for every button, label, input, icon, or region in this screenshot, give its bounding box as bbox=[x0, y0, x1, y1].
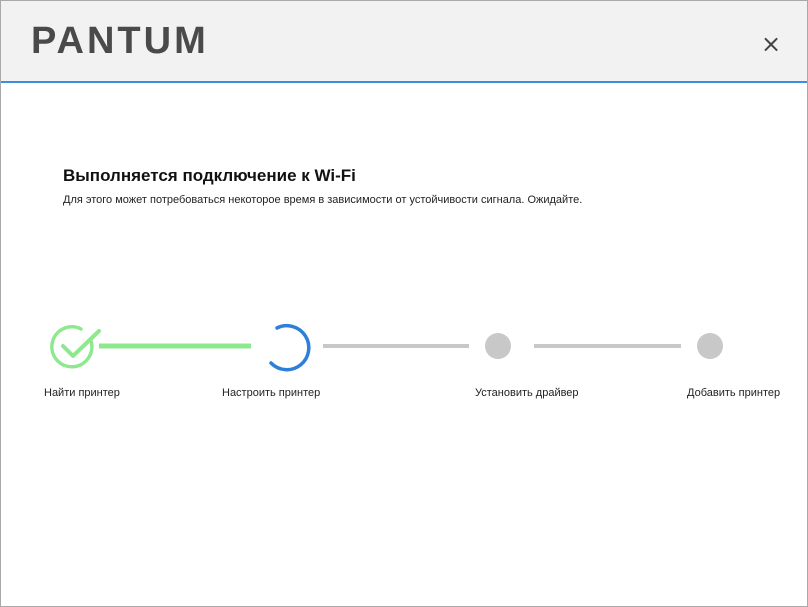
pantum-logo: PANTUM bbox=[31, 20, 209, 62]
step-label-add-printer: Добавить принтер bbox=[687, 387, 781, 399]
spinner-icon bbox=[269, 323, 311, 372]
step-label-configure-printer: Настроить принтер bbox=[222, 387, 321, 399]
pending-dot-icon bbox=[485, 333, 511, 359]
page-title: Выполняется подключение к Wi-Fi bbox=[63, 166, 356, 185]
close-button[interactable]: × bbox=[756, 29, 786, 59]
progress-track bbox=[50, 323, 723, 372]
step-label-install-driver: Установить драйвер bbox=[475, 387, 579, 399]
page-subtitle: Для этого может потребоваться некоторое … bbox=[63, 194, 583, 206]
installer-window: PANTUM × Выполняется подключение к Wi-Fi… bbox=[0, 0, 808, 607]
step-label-find-printer: Найти принтер bbox=[44, 387, 120, 399]
checkmark-circle-icon bbox=[50, 325, 101, 369]
pending-dot-icon bbox=[697, 333, 723, 359]
progress-steps: Найти принтер Настроить принтер Установи… bbox=[1, 311, 808, 411]
title-bar: PANTUM × bbox=[1, 1, 807, 83]
